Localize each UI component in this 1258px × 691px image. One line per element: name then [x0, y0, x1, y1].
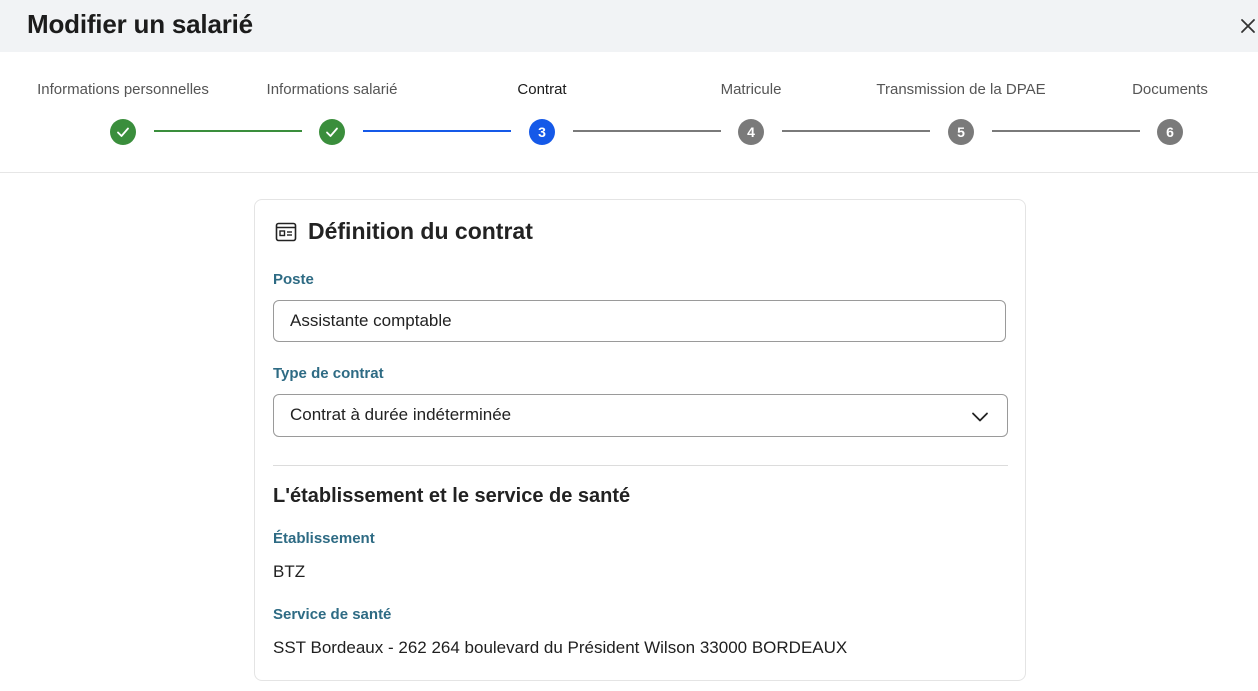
card-title: Définition du contrat	[308, 218, 533, 244]
service-sante-value: SST Bordeaux - 262 264 boulevard du Prés…	[273, 638, 848, 657]
step-label-contrat[interactable]: Contrat	[517, 81, 566, 98]
step-label-documents[interactable]: Documents	[1132, 81, 1208, 98]
type-contrat-select[interactable]: Contrat à durée indéterminée	[273, 394, 1008, 437]
step-connector-3	[573, 130, 721, 132]
service-sante-label: Service de santé	[273, 606, 392, 623]
contract-card-icon	[275, 222, 297, 242]
step-2-check-icon[interactable]	[319, 119, 345, 145]
etablissement-label: Établissement	[273, 530, 375, 547]
contract-definition-card: Définition du contrat Poste Type de cont…	[254, 199, 1026, 681]
section-title-etablissement-sante: L'établissement et le service de santé	[273, 485, 631, 507]
step-connector-1	[154, 130, 302, 132]
type-contrat-label: Type de contrat	[273, 365, 384, 382]
step-1-check-icon[interactable]	[110, 119, 136, 145]
poste-input[interactable]	[273, 300, 1006, 342]
step-label-transmission-dpae[interactable]: Transmission de la DPAE	[876, 81, 1045, 98]
poste-label: Poste	[273, 271, 314, 288]
chevron-down-icon	[972, 412, 988, 422]
step-4-number[interactable]: 4	[738, 119, 764, 145]
modal-title: Modifier un salarié	[27, 9, 253, 39]
close-icon[interactable]	[1236, 14, 1258, 38]
step-label-informations-salarie[interactable]: Informations salarié	[267, 81, 398, 98]
step-label-informations-personnelles[interactable]: Informations personnelles	[37, 81, 209, 98]
step-5-number[interactable]: 5	[948, 119, 974, 145]
modal-header: Modifier un salarié	[0, 0, 1258, 52]
step-6-number[interactable]: 6	[1157, 119, 1183, 145]
etablissement-value: BTZ	[273, 562, 306, 581]
type-contrat-value: Contrat à durée indéterminée	[290, 405, 512, 424]
stepper: Informations personnelles Informations s…	[0, 52, 1258, 173]
step-3-number[interactable]: 3	[529, 119, 555, 145]
step-label-matricule[interactable]: Matricule	[721, 81, 782, 98]
step-connector-5	[992, 130, 1140, 132]
step-connector-2	[363, 130, 511, 132]
section-divider	[273, 465, 1008, 466]
step-connector-4	[782, 130, 930, 132]
